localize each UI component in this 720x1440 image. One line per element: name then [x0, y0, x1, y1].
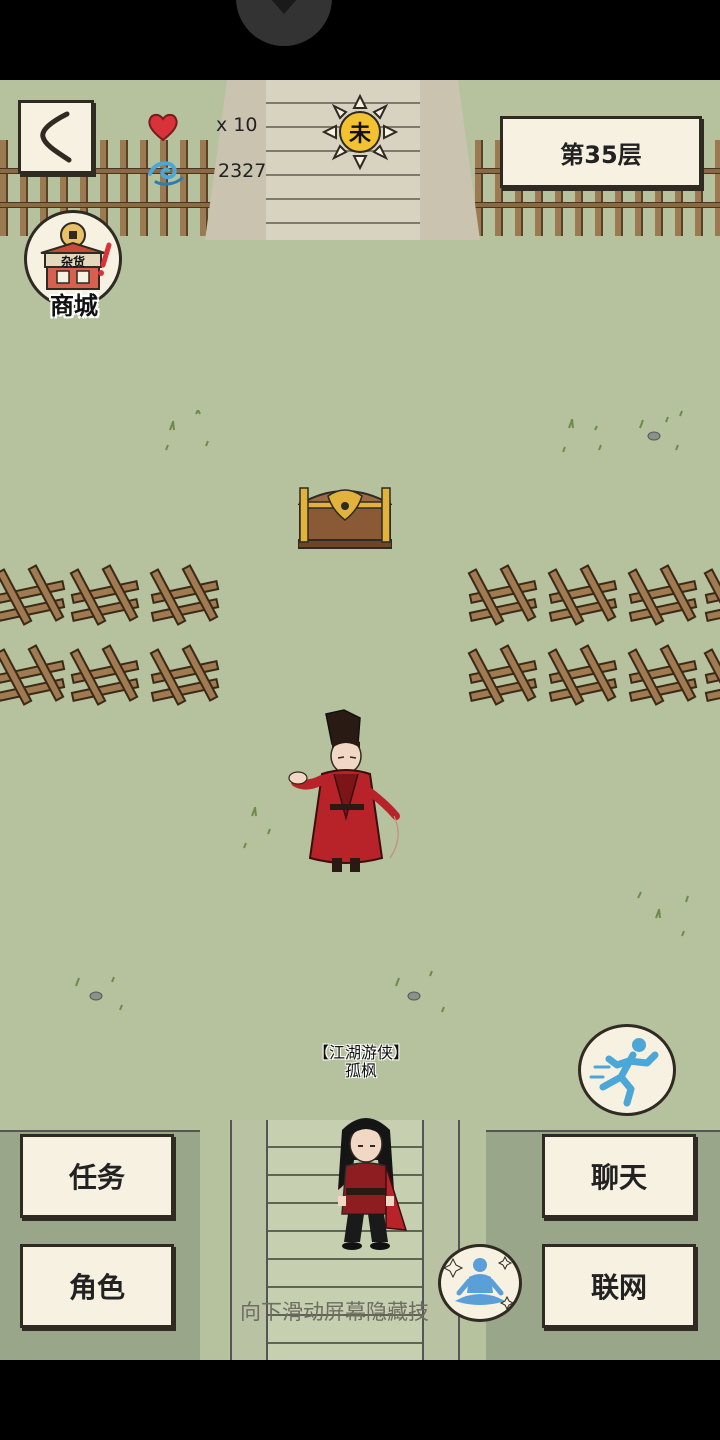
grass-tuft	[562, 418, 602, 453]
swipe-hint: 向下滑动屏幕隐藏技	[240, 1300, 429, 1324]
online-button[interactable]: 联网	[542, 1244, 696, 1328]
character-button[interactable]: 角色	[20, 1244, 174, 1328]
status-bar	[0, 0, 720, 80]
wooden-barricade	[547, 564, 618, 626]
grass-tuft	[637, 891, 689, 937]
wooden-barricade	[69, 644, 140, 706]
time-glyph: 未	[348, 122, 371, 147]
floor-indicator[interactable]: 第35层	[500, 116, 702, 188]
sprint-button[interactable]	[578, 1024, 676, 1116]
camera-notch	[236, 0, 332, 46]
player-name: 孤枫	[344, 1061, 377, 1080]
tasks-button[interactable]: 任务	[20, 1134, 174, 1218]
grass-rock	[639, 410, 683, 451]
wooden-barricade	[703, 568, 720, 626]
player-character[interactable]	[320, 1110, 412, 1260]
wooden-barricade	[547, 644, 618, 706]
grass-tuft	[165, 410, 209, 451]
wooden-barricade	[467, 644, 538, 706]
wooden-barricade	[149, 644, 220, 706]
game-scene[interactable]: x 10 2327 未 第35层 杂货 商城 【江湖游侠】 孤枫 任务 角色 聊…	[0, 80, 720, 1360]
wooden-barricade	[0, 644, 66, 706]
player-nameplate: 【江湖游侠】 孤枫	[296, 1044, 426, 1080]
wooden-barricade	[0, 564, 66, 626]
back-arrow-icon	[40, 111, 72, 163]
npc-red-robed-character[interactable]	[286, 708, 410, 880]
back-button[interactable]	[18, 100, 94, 174]
time-of-day-sun: 未	[321, 93, 399, 171]
wooden-barricade	[627, 644, 698, 706]
shop-button[interactable]: 杂货 商城	[24, 210, 124, 320]
running-figure-icon	[589, 1038, 659, 1107]
wooden-barricade	[149, 564, 220, 626]
grass-rock	[75, 976, 123, 1011]
shop-label: 商城	[50, 292, 98, 320]
navigation-bar	[0, 1360, 720, 1440]
lives-count: x 10	[216, 114, 258, 136]
grass-rock	[395, 970, 445, 1013]
wooden-barricade	[627, 564, 698, 626]
wooden-barricade	[703, 648, 720, 706]
shop-sign: 杂货	[60, 255, 85, 269]
wooden-barricade	[69, 564, 140, 626]
heart-icon	[148, 113, 178, 142]
wooden-barricade	[467, 564, 538, 626]
spirit-swirl-icon	[148, 161, 184, 186]
treasure-chest[interactable]	[298, 480, 392, 550]
player-title: 【江湖游侠】	[312, 1043, 409, 1062]
chat-button[interactable]: 聊天	[542, 1134, 696, 1218]
spirit-points: 2327	[218, 160, 267, 182]
